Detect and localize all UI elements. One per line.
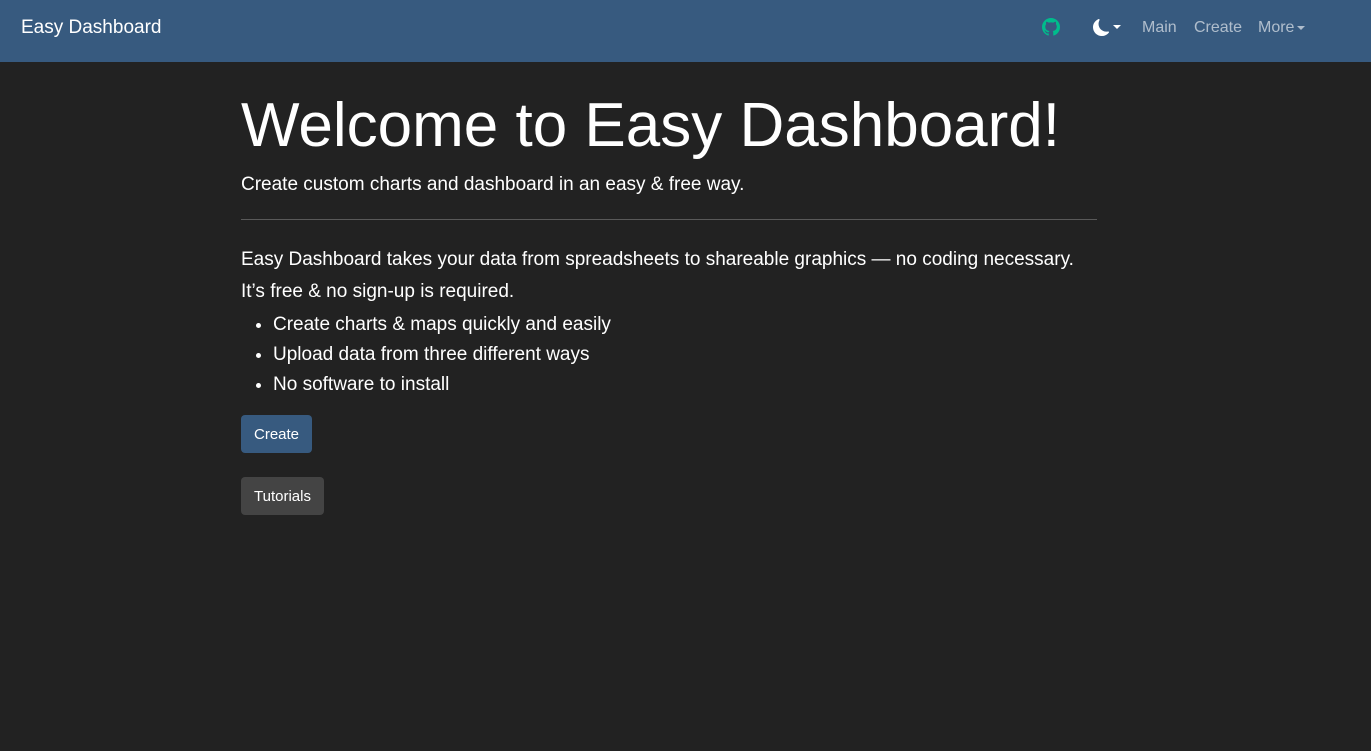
tutorials-button[interactable]: Tutorials xyxy=(241,477,324,515)
brand-link[interactable]: Easy Dashboard xyxy=(21,16,161,40)
nav-dropdown-more[interactable]: More xyxy=(1258,18,1306,38)
list-item: No software to install xyxy=(273,370,611,400)
page-title: Welcome to Easy Dashboard! xyxy=(241,91,1061,160)
create-button[interactable]: Create xyxy=(241,415,313,453)
page-subtitle: Create custom charts and dashboard in an… xyxy=(241,174,745,195)
github-icon xyxy=(1042,18,1060,36)
intro-line-1: Easy Dashboard takes your data from spre… xyxy=(241,249,1074,270)
moon-icon xyxy=(1093,18,1109,36)
list-item: Upload data from three different ways xyxy=(273,340,611,370)
top-navbar: Easy Dashboard Main Create More xyxy=(0,0,1371,62)
intro-paragraph: Easy Dashboard takes your data from spre… xyxy=(241,244,1097,308)
chevron-down-icon xyxy=(1297,26,1306,30)
theme-toggle-dropdown[interactable] xyxy=(1093,17,1121,37)
intro-line-2: It’s free & no sign-up is required. xyxy=(241,281,515,302)
nav-more-label: More xyxy=(1258,19,1295,36)
nav-link-main[interactable]: Main xyxy=(1142,18,1177,38)
nav-link-create[interactable]: Create xyxy=(1194,18,1242,38)
list-item: Create charts & maps quickly and easily xyxy=(273,310,611,340)
feature-list: Create charts & maps quickly and easily … xyxy=(241,310,611,400)
divider xyxy=(241,219,1097,220)
github-link[interactable] xyxy=(1042,18,1060,36)
chevron-down-icon xyxy=(1113,25,1121,29)
